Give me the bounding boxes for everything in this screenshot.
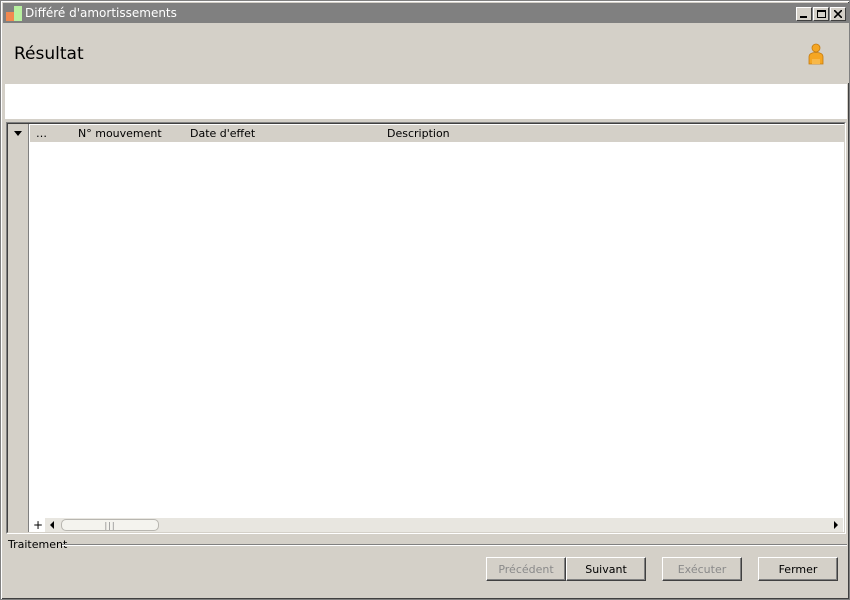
close-button[interactable]: Fermer xyxy=(758,557,838,581)
scroll-right-button[interactable] xyxy=(829,518,843,532)
grip-icon: ||| xyxy=(104,520,116,530)
page-title: Résultat xyxy=(14,44,84,64)
column-selector[interactable]: … xyxy=(36,127,47,140)
results-grid[interactable]: … N° mouvement Date d'effet Description … xyxy=(6,122,846,534)
add-row-button[interactable]: + xyxy=(32,519,44,531)
arrow-left-icon xyxy=(50,521,54,529)
column-header-row: … N° mouvement Date d'effet Description xyxy=(30,125,844,142)
app-icon xyxy=(6,5,22,21)
row-selector-column xyxy=(8,124,29,532)
group-divider xyxy=(62,544,847,546)
horizontal-scrollbar[interactable]: ||| xyxy=(45,518,843,532)
close-icon xyxy=(834,10,842,18)
window-title: Différé d'amortissements xyxy=(25,6,177,20)
filter-area xyxy=(5,84,847,119)
chevron-down-icon[interactable] xyxy=(14,131,22,136)
column-header-movement-number[interactable]: N° mouvement xyxy=(78,127,162,140)
column-header-effective-date[interactable]: Date d'effet xyxy=(190,127,255,140)
close-window-button[interactable] xyxy=(830,7,846,21)
title-bar[interactable]: Différé d'amortissements xyxy=(3,3,849,23)
application-window: Différé d'amortissements Résultat … N° m… xyxy=(0,0,850,600)
person-icon[interactable] xyxy=(807,43,825,65)
group-label: Traitement xyxy=(8,538,68,551)
maximize-icon xyxy=(816,10,826,18)
minimize-icon xyxy=(800,16,807,18)
page-header: Résultat xyxy=(3,23,849,83)
previous-button[interactable]: Précédent xyxy=(486,557,566,581)
arrow-right-icon xyxy=(834,521,838,529)
scroll-thumb[interactable]: ||| xyxy=(61,519,159,531)
scroll-left-button[interactable] xyxy=(45,518,59,532)
execute-button[interactable]: Exécuter xyxy=(662,557,742,581)
minimize-button[interactable] xyxy=(796,7,812,21)
next-button[interactable]: Suivant xyxy=(566,557,646,581)
column-header-description[interactable]: Description xyxy=(387,127,450,140)
maximize-button[interactable] xyxy=(813,7,829,21)
